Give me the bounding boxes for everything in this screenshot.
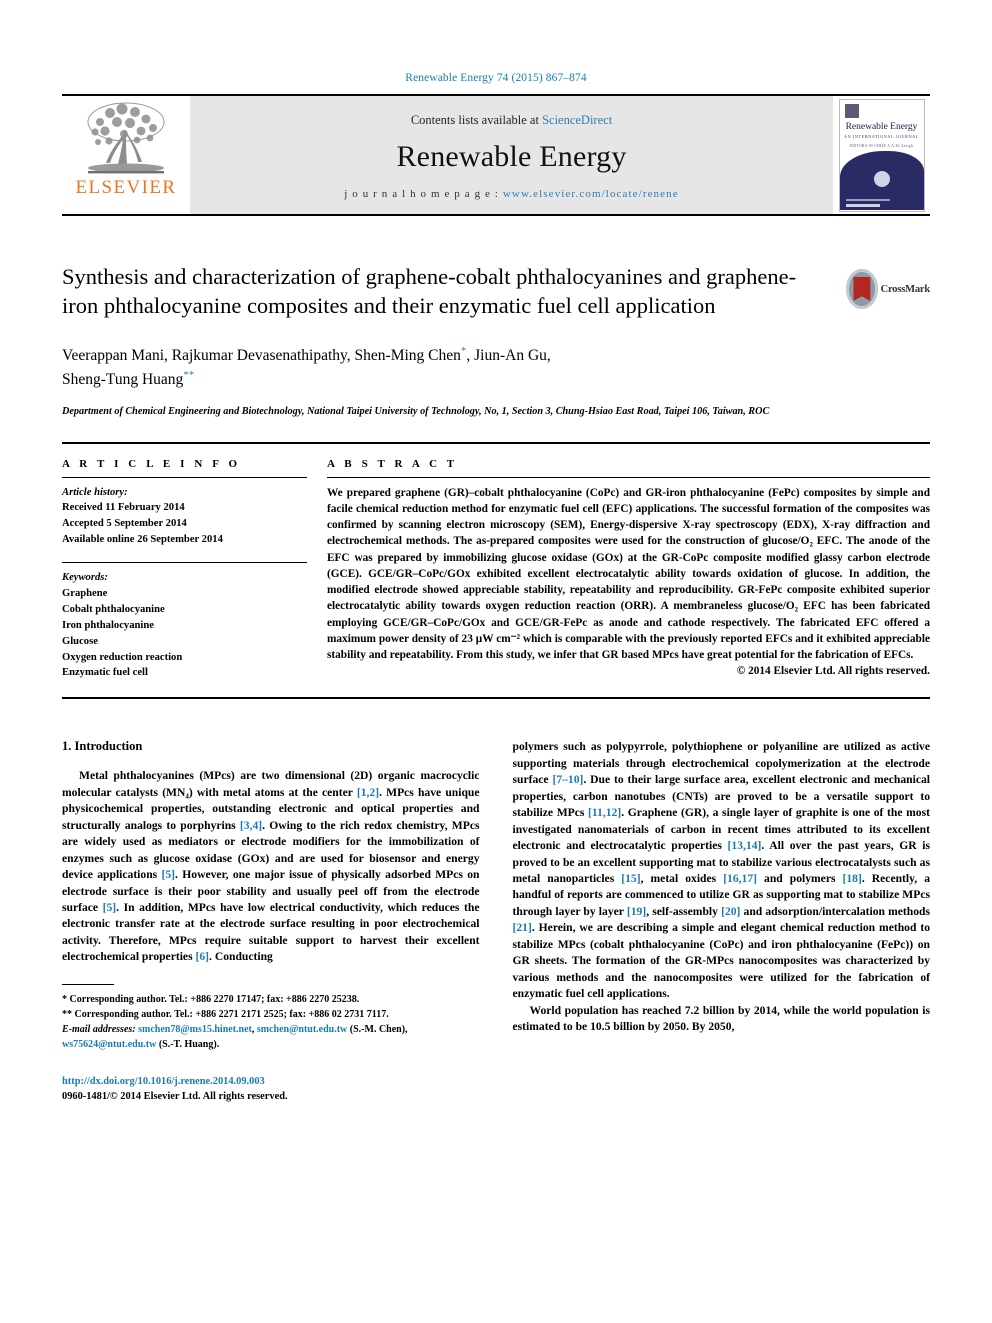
homepage-label: j o u r n a l h o m e p a g e : xyxy=(344,187,503,200)
cover-image: Renewable Energy AN INTERNATIONAL JOURNA… xyxy=(838,98,925,212)
email-link-1[interactable]: smchen78@ms15.hinet.net xyxy=(138,1024,252,1035)
contents-prefix: Contents lists available at xyxy=(410,112,543,127)
keyword-item: Enzymatic fuel cell xyxy=(62,667,148,679)
abstract-heading: A B S T R A C T xyxy=(327,457,458,470)
info-abstract-region: A R T I C L E I N F O Article history: R… xyxy=(62,441,930,682)
abstract-column: A B S T R A C T We prepared graphene (GR… xyxy=(327,458,930,682)
email-link-3[interactable]: ws75624@ntut.edu.tw xyxy=(62,1039,156,1050)
journal-cover-thumb: Renewable Energy AN INTERNATIONAL JOURNA… xyxy=(833,96,930,214)
keyword-item: Glucose xyxy=(62,635,98,647)
homepage-url-link[interactable]: www.elsevier.com/locate/renene xyxy=(503,188,679,200)
keywords-rule xyxy=(62,562,307,564)
author-line-1b: , Jiun-An Gu, xyxy=(466,347,551,365)
journal-masthead: ELSEVIER Contents lists available at Sci… xyxy=(62,94,930,216)
contents-available-line: Contents lists available at ScienceDirec… xyxy=(411,113,612,128)
citation-ref[interactable]: [18] xyxy=(843,872,862,885)
cover-subtitle: AN INTERNATIONAL JOURNAL xyxy=(844,133,919,139)
footer-doi-block: http://dx.doi.org/10.1016/j.renene.2014.… xyxy=(62,1074,480,1105)
body-column-left: 1. Introduction Metal phthalocyanines (M… xyxy=(62,739,480,1105)
citation-ref[interactable]: [13,14] xyxy=(728,839,762,852)
citation-ref[interactable]: [6] xyxy=(196,950,210,963)
article-info-column: A R T I C L E I N F O Article history: R… xyxy=(62,458,307,682)
cover-subtitle-2: EDITORS-IN-CHIEF A.A.M. Sayigh xyxy=(849,143,914,148)
masthead-center: Contents lists available at ScienceDirec… xyxy=(190,96,833,214)
citation-ref[interactable]: [7–10] xyxy=(552,773,583,786)
elsevier-tree-icon xyxy=(80,100,172,178)
keywords-block: Keywords: Graphene Cobalt phthalocyanine… xyxy=(62,562,307,681)
keyword-item: Graphene xyxy=(62,587,108,599)
citation-ref[interactable]: [11,12] xyxy=(588,806,621,819)
footnote-corresponding-1: * Corresponding author. Tel.: +886 2270 … xyxy=(62,993,360,1005)
cover-top: Renewable Energy AN INTERNATIONAL JOURNA… xyxy=(839,99,924,152)
cover-emblem-icon xyxy=(873,170,890,187)
email-attribution-1: (S.-M. Chen), xyxy=(349,1023,408,1035)
citation-ref[interactable]: [21] xyxy=(513,921,532,934)
sciencedirect-link[interactable]: ScienceDirect xyxy=(542,113,612,127)
citation-ref[interactable]: [19] xyxy=(627,905,646,918)
history-accepted: Accepted 5 September 2014 xyxy=(62,518,187,530)
doi-link[interactable]: http://dx.doi.org/10.1016/j.renene.2014.… xyxy=(62,1074,480,1090)
article-history-label: Article history: xyxy=(62,486,128,498)
cover-footline-2 xyxy=(845,203,880,207)
author-line-2: Sheng-Tung Huang xyxy=(62,370,184,388)
email-addresses-label: E-mail addresses: xyxy=(62,1023,136,1035)
citation-ref[interactable]: [5] xyxy=(103,901,117,914)
email-attribution-2: (S.-T. Huang). xyxy=(158,1038,220,1050)
title-block: Synthesis and characterization of graphe… xyxy=(62,262,930,322)
article-info-heading: A R T I C L E I N F O xyxy=(62,457,241,470)
article-info-rule xyxy=(62,476,307,478)
journal-homepage-line: j o u r n a l h o m e p a g e : www.else… xyxy=(344,188,678,200)
issn-copyright-line: 0960-1481/© 2014 Elsevier Ltd. All right… xyxy=(62,1091,288,1103)
citation-ref[interactable]: [16,17] xyxy=(723,872,757,885)
history-available-online: Available online 26 September 2014 xyxy=(62,534,223,546)
abstract-copyright: © 2014 Elsevier Ltd. All rights reserved… xyxy=(736,665,930,678)
crossmark-badge[interactable]: CrossMark xyxy=(846,266,930,312)
body-divider xyxy=(62,697,930,700)
keyword-item: Iron phthalocyanine xyxy=(62,619,154,631)
citation-ref[interactable]: [3,4] xyxy=(240,819,262,832)
journal-title: Renewable Energy xyxy=(396,139,627,173)
email-separator: , xyxy=(251,1023,255,1035)
author-mark-2[interactable]: ** xyxy=(183,369,194,381)
author-line-1: Veerappan Mani, Rajkumar Devasenathipath… xyxy=(62,347,461,365)
affiliation: Department of Chemical Engineering and B… xyxy=(62,406,770,418)
citation-ref[interactable]: [5] xyxy=(162,868,176,881)
abstract-text: We prepared graphene (GR)–cobalt phthalo… xyxy=(327,486,930,662)
crossmark-label: CrossMark xyxy=(880,283,931,295)
body-columns: 1. Introduction Metal phthalocyanines (M… xyxy=(62,739,930,1105)
paper-page: Renewable Energy 74 (2015) 867–874 ELSEV… xyxy=(0,0,992,1323)
footnote-corresponding-2: ** Corresponding author. Tel.: +886 2271… xyxy=(62,1008,389,1020)
citation-ref[interactable]: [20] xyxy=(721,905,740,918)
intro-paragraph-right-2: World population has reached 7.2 billion… xyxy=(512,1003,931,1034)
citation-ref[interactable]: [15] xyxy=(621,872,640,885)
elsevier-wordmark: ELSEVIER xyxy=(75,177,177,198)
crossmark-book-shape xyxy=(853,277,871,301)
keyword-item: Oxygen reduction reaction xyxy=(62,651,183,663)
intro-paragraph-left: Metal phthalocyanines (MPcs) are two dim… xyxy=(62,769,480,964)
body-column-right: polymers such as polypyrrole, polythioph… xyxy=(513,739,931,1105)
abstract-rule xyxy=(327,476,930,478)
publisher-logo: ELSEVIER xyxy=(62,96,190,214)
section-heading-introduction: 1. Introduction xyxy=(62,739,143,754)
keywords-label: Keywords: xyxy=(62,572,108,584)
author-list: Veerappan Mani, Rajkumar Devasenathipath… xyxy=(62,344,822,391)
footnotes: * Corresponding author. Tel.: +886 2270 … xyxy=(62,983,480,1052)
intro-paragraph-right-1: polymers such as polypyrrole, polythioph… xyxy=(512,740,931,1001)
cover-footline xyxy=(845,198,890,201)
history-received: Received 11 February 2014 xyxy=(62,502,185,514)
running-head: Renewable Energy 74 (2015) 867–874 xyxy=(405,72,587,84)
sciencedirect-icon xyxy=(844,103,859,118)
cover-title: Renewable Energy xyxy=(845,121,918,132)
page-title: Synthesis and characterization of graphe… xyxy=(62,264,797,319)
crossmark-icon xyxy=(846,269,878,309)
citation-ref[interactable]: [1,2] xyxy=(357,786,379,799)
footnote-emails: E-mail addresses: smchen78@ms15.hinet.ne… xyxy=(62,1022,480,1052)
email-link-2[interactable]: smchen@ntut.edu.tw xyxy=(257,1024,347,1035)
keyword-item: Cobalt phthalocyanine xyxy=(62,603,165,615)
